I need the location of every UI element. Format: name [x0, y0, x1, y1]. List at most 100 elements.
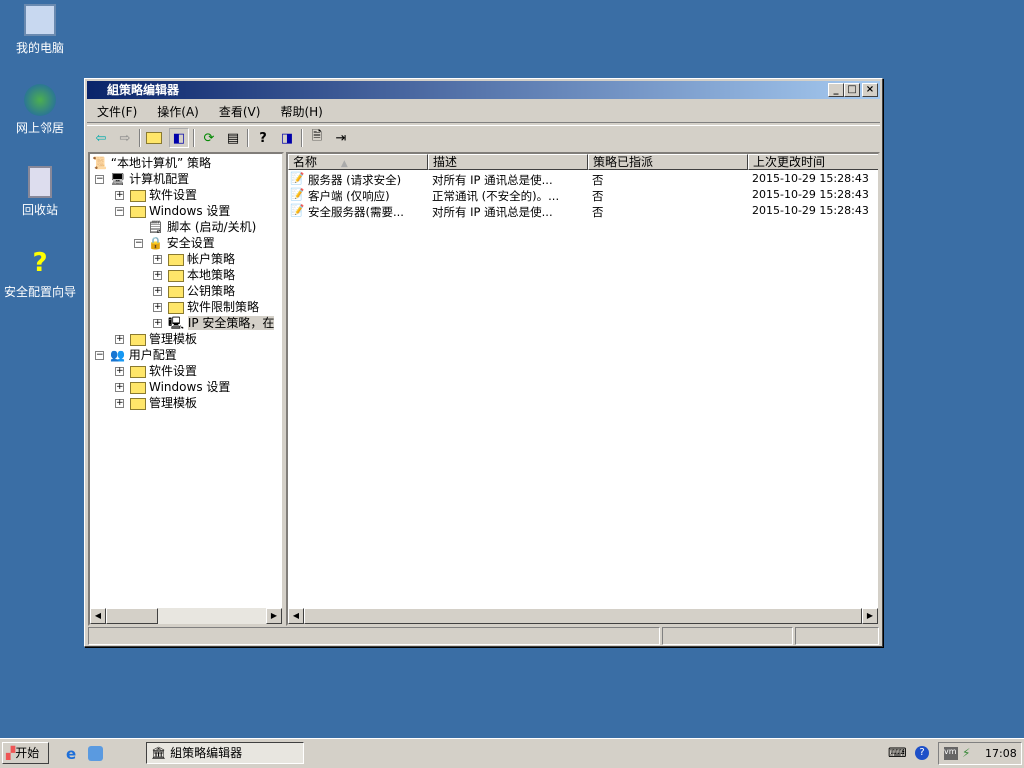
taskbar-button-group-policy[interactable]: 🏛 組策略编辑器 — [146, 742, 304, 764]
column-header-name[interactable]: 名称 ▲ — [288, 154, 428, 170]
desktop-icon-network[interactable]: 网上邻居 — [2, 84, 78, 136]
vmware-tools-icon[interactable]: vm — [944, 747, 958, 760]
action-pane-icon[interactable]: ◨ — [277, 128, 297, 148]
collapse-icon[interactable]: − — [134, 239, 143, 248]
list-horizontal-scrollbar[interactable]: ◀ ▶ — [288, 608, 878, 624]
new-policy-icon[interactable]: 🗎 — [307, 128, 327, 148]
tree-item[interactable]: Windows 设置 — [130, 203, 230, 219]
cell-modified: 2015-10-29 15:28:43 — [752, 204, 869, 217]
toolbar: ⇦ ⇨ ◧ ⟳ ▤ ? ◨ 🗎 ⇥ — [87, 125, 880, 150]
table-row[interactable]: 📝 安全服务器(需要... 对所有 IP 通讯总是使... 否 2015-10-… — [288, 203, 878, 219]
expand-icon[interactable]: + — [115, 399, 124, 408]
scroll-left-button[interactable]: ◀ — [288, 608, 304, 624]
expand-icon[interactable]: + — [115, 191, 124, 200]
tree-item[interactable]: 管理模板 — [130, 331, 197, 347]
folder-icon — [168, 301, 184, 314]
policy-icon: 📝 — [290, 187, 305, 201]
tree-item[interactable]: 软件设置 — [130, 187, 197, 203]
window-title: 組策略编辑器 — [107, 83, 180, 97]
start-button[interactable]: ▞开始 — [2, 742, 49, 764]
maximize-button[interactable]: □ — [844, 83, 860, 97]
cell-name: 客户端 (仅响应) — [308, 189, 390, 203]
cell-name: 安全服务器(需要... — [308, 205, 404, 219]
folder-lock-icon — [168, 269, 184, 282]
tree-item[interactable]: 软件设置 — [130, 363, 197, 379]
network-icon — [24, 84, 56, 116]
desktop-icon-recycle-bin[interactable]: 回收站 — [2, 166, 78, 218]
column-header-description[interactable]: 描述 — [428, 154, 588, 170]
menu-action[interactable]: 操作(A) — [147, 103, 209, 120]
my-computer-icon — [24, 4, 56, 36]
tree-item-selected[interactable]: 🖳 IP 安全策略，在 — [168, 315, 275, 331]
tree-item[interactable]: 🖥 计算机配置 — [110, 171, 189, 187]
export-list-icon[interactable]: ▤ — [223, 128, 243, 148]
up-folder-icon[interactable] — [145, 128, 165, 148]
collapse-icon[interactable]: − — [115, 207, 124, 216]
tree-item[interactable]: 👥 用户配置 — [110, 347, 177, 363]
tree-item[interactable]: 🗒 脚本 (启动/关机) — [148, 219, 256, 235]
cell-description: 正常通讯 (不安全的)。... — [432, 189, 560, 203]
back-icon[interactable]: ⇦ — [91, 128, 111, 148]
expand-icon[interactable]: + — [115, 335, 124, 344]
tree-item[interactable]: 🔒 安全设置 — [148, 235, 215, 251]
clock[interactable]: 17:08 — [985, 747, 1017, 760]
separator — [139, 129, 141, 147]
show-tree-icon[interactable]: ◧ — [169, 128, 189, 148]
tree-item[interactable]: Windows 设置 — [130, 379, 230, 395]
scroll-thumb[interactable] — [106, 608, 158, 624]
expand-icon[interactable]: + — [153, 303, 162, 312]
tree-item[interactable]: 管理模板 — [130, 395, 197, 411]
expand-icon[interactable]: + — [153, 255, 162, 264]
table-row[interactable]: 📝 客户端 (仅响应) 正常通讯 (不安全的)。... 否 2015-10-29… — [288, 187, 878, 203]
expand-icon[interactable]: + — [153, 287, 162, 296]
expand-icon[interactable]: + — [153, 319, 162, 328]
tree-item[interactable]: 帐户策略 — [168, 251, 235, 267]
menu-view[interactable]: 查看(V) — [209, 103, 271, 120]
column-header-modified[interactable]: 上次更改时间 — [748, 154, 878, 170]
tree-item[interactable]: 软件限制策略 — [168, 299, 259, 315]
icon-label: 网上邻居 — [15, 121, 64, 135]
tree-horizontal-scrollbar[interactable]: ◀ ▶ — [90, 608, 282, 624]
tree-item[interactable]: 本地策略 — [168, 267, 235, 283]
cell-modified: 2015-10-29 15:28:43 — [752, 172, 869, 185]
cell-assigned: 否 — [592, 173, 604, 187]
collapse-icon[interactable]: − — [95, 351, 104, 360]
folder-lock-icon — [168, 253, 184, 266]
desktop-icon-my-computer[interactable]: 我的电脑 — [2, 4, 78, 56]
folder-icon — [130, 397, 146, 410]
column-header-assigned[interactable]: 策略已指派 — [588, 154, 748, 170]
close-button[interactable]: × — [862, 83, 878, 97]
scroll-right-button[interactable]: ▶ — [266, 608, 282, 624]
tree-label: 公钥策略 — [187, 284, 236, 298]
forward-icon[interactable]: ⇨ — [115, 128, 135, 148]
table-row[interactable]: 📝 服务器 (请求安全) 对所有 IP 通讯总是使... 否 2015-10-2… — [288, 171, 878, 187]
tree-item[interactable]: 📜 “本地计算机” 策略 — [92, 155, 211, 171]
ie-icon[interactable]: e — [66, 745, 76, 763]
desktop-icon-security-wizard[interactable]: ? 安全配置向导 — [2, 248, 78, 300]
manage-filters-icon[interactable]: ⇥ — [331, 128, 351, 148]
tree-label: 本地策略 — [187, 268, 236, 282]
scroll-thumb[interactable] — [304, 608, 862, 624]
menu-file[interactable]: 文件(F) — [87, 103, 147, 120]
keyboard-icon[interactable]: ⌨ — [888, 746, 907, 761]
collapse-icon[interactable]: − — [95, 175, 104, 184]
scroll-left-button[interactable]: ◀ — [90, 608, 106, 624]
gpedit-icon: 🏛 — [151, 746, 171, 760]
expand-icon[interactable]: + — [115, 383, 124, 392]
network-tray-icon[interactable]: ⚡ — [962, 746, 970, 760]
outlook-express-icon[interactable] — [88, 746, 103, 761]
menu-help[interactable]: 帮助(H) — [270, 103, 332, 120]
cell-modified: 2015-10-29 15:28:43 — [752, 188, 869, 201]
tree-label: 脚本 (启动/关机) — [167, 220, 257, 234]
help-tray-icon[interactable]: ? — [915, 746, 929, 760]
group-policy-window: 組策略编辑器 _ □ × 文件(F) 操作(A) 查看(V) 帮助(H) ⇦ ⇨… — [84, 78, 883, 647]
title-bar[interactable]: 組策略编辑器 _ □ × — [87, 81, 880, 99]
minimize-button[interactable]: _ — [828, 83, 844, 97]
scroll-right-button[interactable]: ▶ — [862, 608, 878, 624]
tree-item[interactable]: 公钥策略 — [168, 283, 235, 299]
refresh-icon[interactable]: ⟳ — [199, 128, 219, 148]
expand-icon[interactable]: + — [115, 367, 124, 376]
expand-icon[interactable]: + — [153, 271, 162, 280]
folder-icon — [130, 365, 146, 378]
help-icon[interactable]: ? — [253, 128, 273, 148]
